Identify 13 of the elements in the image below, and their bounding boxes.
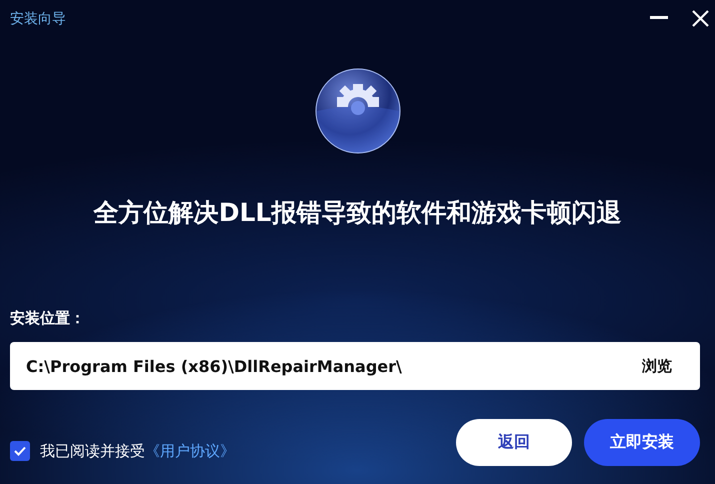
user-agreement-link[interactable]: 《用户协议》 (145, 442, 235, 460)
close-icon[interactable] (692, 10, 709, 27)
gear-sphere-icon (312, 66, 402, 156)
browse-button[interactable]: 浏览 (636, 352, 678, 380)
agreement-checkbox[interactable] (10, 441, 30, 461)
install-button[interactable]: 立即安装 (584, 419, 700, 466)
install-location-label: 安装位置： (10, 309, 86, 328)
headline: 全方位解决DLL报错导致的软件和游戏卡顿闪退 (92, 197, 622, 229)
window-title: 安装向导 (10, 10, 66, 28)
agreement-text: 我已阅读并接受 (40, 442, 145, 460)
install-path-field[interactable]: C:\Program Files (x86)\DllRepairManager\ 浏览 (10, 342, 700, 390)
back-button[interactable]: 返回 (456, 419, 572, 466)
checkmark-icon (14, 446, 26, 456)
